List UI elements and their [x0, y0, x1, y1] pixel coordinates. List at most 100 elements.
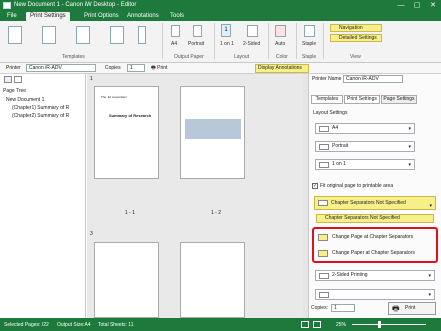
- template-thumb-1[interactable]: [8, 26, 22, 44]
- page-thumbnail-1-1[interactable]: The .ltd corporation Summary of Research: [94, 86, 159, 179]
- tab-tools[interactable]: Tools: [166, 12, 188, 21]
- portrait-icon: [319, 144, 329, 150]
- page-number-3: 3: [90, 231, 93, 237]
- single-page-view-icon[interactable]: [301, 321, 309, 328]
- change-page-icon: [318, 234, 328, 241]
- divider: [296, 23, 297, 59]
- orientation-icon[interactable]: [193, 25, 202, 37]
- printer-name-select[interactable]: Canon iR-ADV: [343, 75, 403, 83]
- group-templates-label: Templates: [62, 54, 85, 60]
- option-change-page[interactable]: Change Page at Chapter Separators: [316, 232, 434, 244]
- paper-size-icon[interactable]: [171, 25, 180, 37]
- chevron-down-icon: ▾: [428, 292, 431, 298]
- two-sided-value: 2-Sided Printing: [332, 272, 368, 278]
- display-annotations-button[interactable]: Display Annotations: [255, 64, 309, 73]
- print-toolbar: Printer Canon iR-ADV Copies 1 🖶 Print Di…: [0, 63, 441, 74]
- paper-size-label[interactable]: A4: [171, 41, 177, 47]
- template-scroll[interactable]: [138, 26, 146, 44]
- divider: [268, 23, 269, 59]
- copies-label: Copies: [105, 65, 121, 71]
- fit-label: Fit original page to printable area: [320, 183, 394, 189]
- pages-per-sheet-select[interactable]: 1 on 1 ▾: [315, 159, 415, 170]
- navigation-button[interactable]: Navigation: [330, 24, 382, 32]
- caption-1-1: 1 - 1: [125, 210, 136, 216]
- fit-checkbox[interactable]: ✓: [312, 183, 318, 189]
- copies-pane-field[interactable]: 1: [331, 304, 355, 312]
- tab-annotation-icon[interactable]: [14, 76, 22, 83]
- copies-field[interactable]: 1: [127, 64, 145, 72]
- paper-size-select[interactable]: A4 ▾: [315, 123, 415, 134]
- detailed-settings-button[interactable]: Detailed Settings: [330, 34, 382, 42]
- page-view: 1 The .ltd corporation Summary of Resear…: [87, 74, 303, 318]
- two-sided-printing-icon: [319, 273, 329, 279]
- chapter-separator-value: Chapter Separators Not Specified: [331, 200, 406, 206]
- copies-pane-label: Copies:: [311, 305, 328, 311]
- total-sheets: Total Sheets: 11: [98, 322, 134, 328]
- zoom-slider-thumb[interactable]: [378, 321, 381, 328]
- printer-select[interactable]: Canon iR-ADV: [26, 64, 96, 72]
- settings-pane: Printer Name Canon iR-ADV Templates Prin…: [308, 74, 441, 318]
- chevron-down-icon: ▾: [428, 273, 431, 279]
- tree-item-chapter2[interactable]: (Chapter2) Summary of R: [12, 113, 69, 119]
- multi-page-view-icon[interactable]: [313, 321, 321, 328]
- page-thumbnail-3-1[interactable]: [94, 242, 159, 318]
- zoom-level: 25%: [336, 322, 347, 328]
- layout-icon: [319, 162, 329, 168]
- printer-name-value: Canon iR-ADV: [346, 76, 379, 82]
- print-button[interactable]: 🖶 Print: [151, 65, 167, 73]
- orientation-select[interactable]: Portrait ▾: [315, 141, 415, 152]
- pages-per-sheet-icon[interactable]: 1: [221, 24, 231, 37]
- tab-page-settings[interactable]: Page Settings: [381, 95, 417, 104]
- doc-company: The .ltd corporation: [101, 95, 127, 99]
- chapter-separator-select[interactable]: Chapter Separators Not Specified ▾: [314, 196, 436, 210]
- caption-1-2: 1 - 2: [211, 210, 222, 216]
- display-annotations-label: Display Annotations: [258, 65, 302, 71]
- page-thumbnail-3-2[interactable]: [180, 242, 245, 318]
- zoom-slider[interactable]: [352, 324, 426, 325]
- color-mode-label[interactable]: Auto: [275, 41, 285, 47]
- group-color-label: Color: [276, 54, 288, 60]
- paper-icon: [319, 126, 329, 132]
- chevron-down-icon: ▾: [408, 162, 411, 168]
- minimize-button[interactable]: —: [393, 0, 409, 11]
- page-thumbnail-1-2[interactable]: [180, 86, 245, 179]
- staple-button-label[interactable]: Staple: [302, 41, 316, 47]
- layout-settings-label: Layout Settings: [313, 110, 348, 116]
- tab-templates[interactable]: Templates: [311, 95, 343, 104]
- tab-print-options[interactable]: Print Options: [80, 12, 123, 21]
- orientation-value: Portrait: [332, 143, 349, 149]
- print-pane-label: Print: [405, 305, 416, 311]
- template-thumb-3[interactable]: [76, 26, 90, 44]
- maximize-button[interactable]: ▢: [409, 0, 425, 11]
- option-not-specified-label: Chapter Separators Not Specified: [325, 215, 400, 221]
- orientation-label[interactable]: Portrait: [188, 41, 204, 47]
- two-sided-label[interactable]: 2-Sided: [243, 41, 260, 47]
- tab-file[interactable]: File: [3, 12, 21, 21]
- ribbon: Templates A4 Portrait Output Paper 1 1 o…: [0, 21, 441, 63]
- printer-label: Printer: [6, 65, 21, 71]
- option-not-specified[interactable]: Chapter Separators Not Specified: [316, 214, 434, 223]
- menu-bar: File Print Settings Print Options Annota…: [0, 11, 441, 21]
- tab-annotations[interactable]: Annotations: [123, 12, 163, 21]
- close-button[interactable]: ✕: [425, 0, 441, 11]
- two-sided-select[interactable]: 2-Sided Printing ▾: [315, 270, 435, 281]
- tab-print-settings[interactable]: Print Settings: [26, 12, 70, 21]
- finishing-select[interactable]: ▾: [315, 289, 435, 300]
- pages-per-sheet-label[interactable]: 1 on 1: [220, 41, 234, 47]
- tree-item-chapter1[interactable]: (Chapter1) Summary of R: [12, 105, 69, 111]
- tab-print-settings-pane[interactable]: Print Settings: [344, 95, 380, 104]
- app-icon: [3, 2, 11, 9]
- color-icon[interactable]: [275, 25, 286, 37]
- print-pane-button[interactable]: 🖶 Print: [388, 302, 436, 315]
- two-sided-icon[interactable]: [247, 25, 258, 37]
- tab-page-tree-icon[interactable]: [4, 76, 12, 83]
- option-change-paper[interactable]: Change Paper at Chapter Separators: [316, 248, 434, 260]
- staple-icon[interactable]: [304, 25, 315, 37]
- print-label: Print: [157, 65, 168, 71]
- template-thumb-4[interactable]: [110, 26, 124, 44]
- tree-item-document[interactable]: New Document 1: [6, 97, 44, 103]
- template-thumb-2[interactable]: [42, 26, 56, 44]
- output-size: Output Size:A4: [57, 322, 91, 328]
- window-title: New Document 1 - Canon iW Desktop - Edit…: [14, 2, 137, 8]
- paper-size-value: A4: [332, 125, 339, 131]
